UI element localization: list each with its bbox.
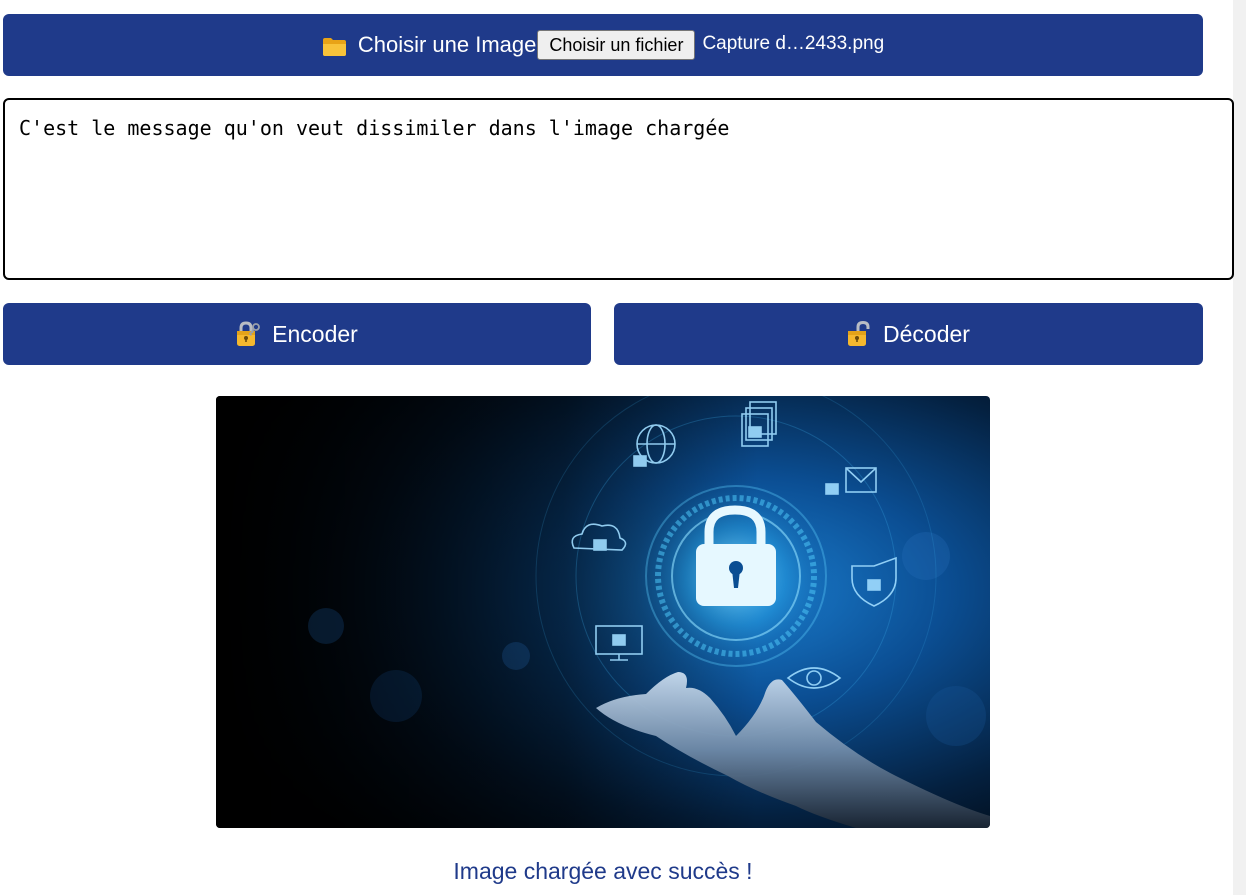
file-picker-bar: Choisir une Image Choisir un fichier Cap…	[3, 14, 1203, 76]
decode-label: Décoder	[883, 320, 970, 347]
image-preview	[216, 396, 990, 828]
decode-button[interactable]: Décoder	[614, 303, 1203, 365]
choose-file-button[interactable]: Choisir un fichier	[537, 30, 696, 60]
selected-file-name: Capture d…2433.png	[702, 33, 885, 54]
folder-icon	[322, 38, 346, 56]
message-textarea[interactable]	[3, 98, 1234, 280]
open-lock-icon	[848, 321, 870, 346]
file-picker-label: Choisir une Image	[357, 32, 537, 57]
encode-button[interactable]: Encoder	[3, 303, 591, 365]
lock-with-key-icon	[237, 321, 261, 346]
status-message: Image chargée avec succès !	[453, 858, 753, 884]
scrollbar-track[interactable]	[1233, 0, 1246, 895]
encode-label: Encoder	[272, 320, 358, 347]
